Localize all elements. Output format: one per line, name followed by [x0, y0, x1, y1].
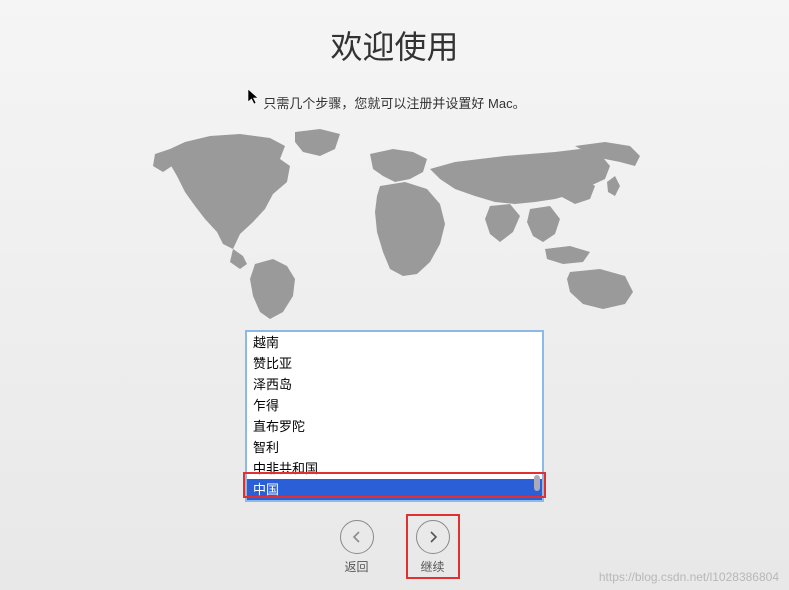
back-button[interactable]: 返回 — [340, 520, 374, 575]
arrow-right-icon — [416, 520, 450, 554]
country-item[interactable]: 中国 — [247, 479, 542, 500]
country-item[interactable]: 泽西岛 — [247, 374, 542, 395]
world-map-image — [135, 124, 655, 324]
continue-button[interactable]: 继续 — [416, 520, 450, 575]
country-item[interactable]: 直布罗陀 — [247, 416, 542, 437]
watermark-text: https://blog.csdn.net/l1028386804 — [599, 570, 779, 584]
country-item[interactable]: 中非共和国 — [247, 458, 542, 479]
arrow-left-icon — [340, 520, 374, 554]
country-list-box[interactable]: 越南赞比亚泽西岛乍得直布罗陀智利中非共和国中国 — [245, 330, 544, 502]
country-item[interactable]: 赞比亚 — [247, 353, 542, 374]
country-item[interactable]: 乍得 — [247, 395, 542, 416]
scrollbar-thumb[interactable] — [534, 475, 540, 491]
page-subtitle: 只需几个步骤，您就可以注册并设置好 Mac。 — [0, 93, 789, 112]
page-title: 欢迎使用 — [0, 0, 789, 68]
country-list[interactable]: 越南赞比亚泽西岛乍得直布罗陀智利中非共和国中国 — [247, 332, 542, 500]
continue-label: 继续 — [420, 558, 444, 575]
back-label: 返回 — [344, 558, 368, 575]
country-item[interactable]: 智利 — [247, 437, 542, 458]
country-item[interactable]: 越南 — [247, 332, 542, 353]
